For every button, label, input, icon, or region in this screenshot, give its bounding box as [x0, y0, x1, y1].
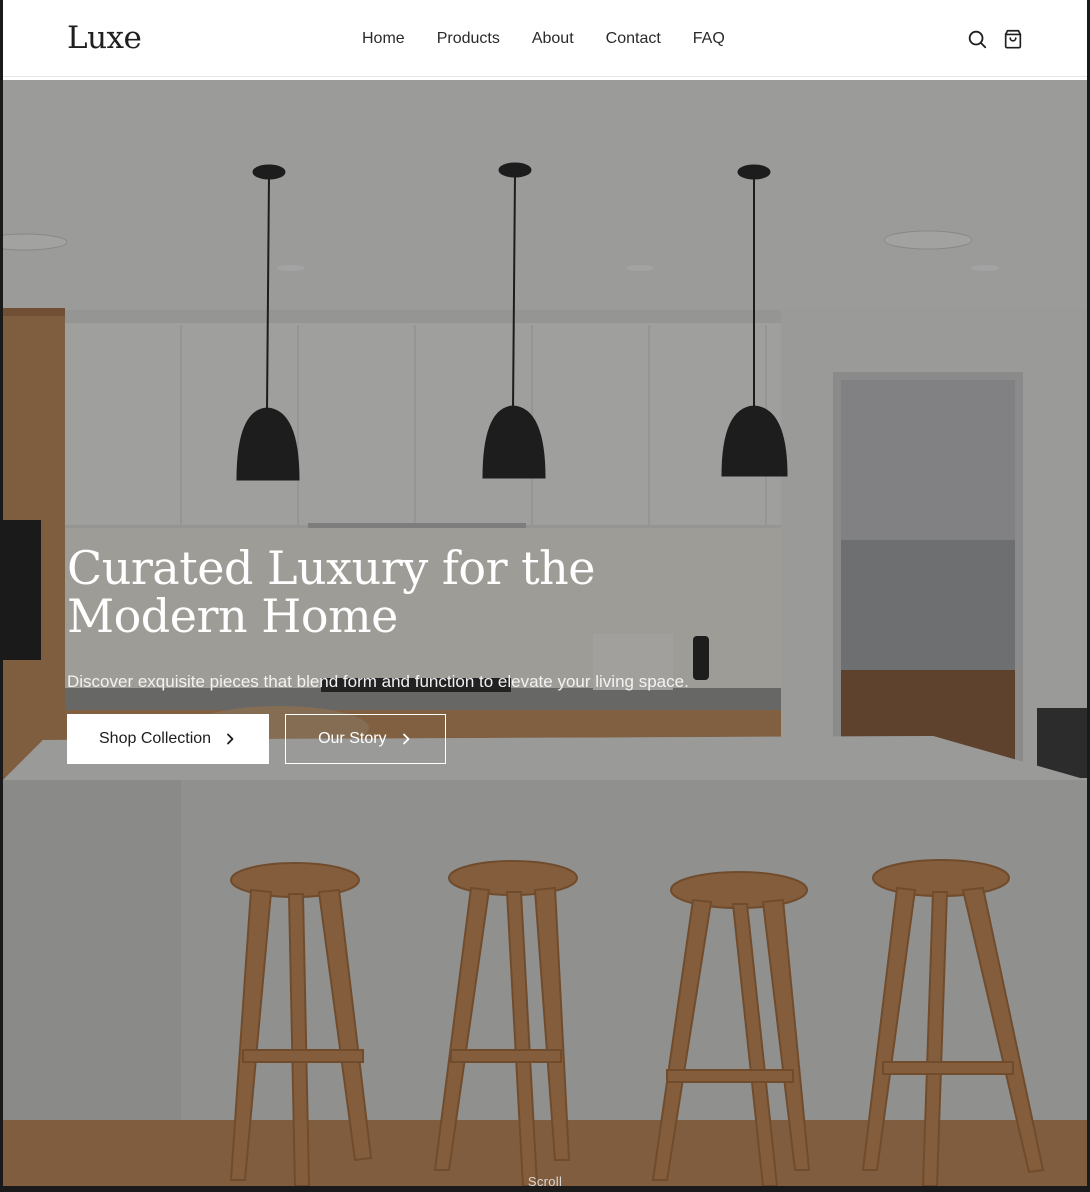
nav-item-home[interactable]: Home: [362, 28, 405, 50]
shop-collection-label: Shop Collection: [99, 730, 212, 747]
header-actions: [966, 28, 1024, 50]
nav-item-products[interactable]: Products: [437, 28, 500, 50]
main-nav: Home Products About Contact FAQ: [362, 28, 725, 50]
scroll-indicator[interactable]: Scroll: [3, 1174, 1087, 1186]
hero-actions: Shop Collection Our Story: [67, 714, 767, 764]
nav-item-faq[interactable]: FAQ: [693, 28, 725, 50]
chevron-right-icon: [402, 733, 409, 745]
search-icon[interactable]: [966, 28, 988, 50]
hero-section: Curated Luxury for the Modern Home Disco…: [3, 80, 1087, 1186]
nav-item-contact[interactable]: Contact: [606, 28, 661, 50]
hero-content: Curated Luxury for the Modern Home Disco…: [67, 544, 767, 764]
shop-collection-button[interactable]: Shop Collection: [67, 714, 270, 764]
page-frame: Luxe Home Products About Contact FAQ Cur…: [3, 0, 1087, 1186]
chevron-right-icon: [227, 733, 234, 745]
hero-title: Curated Luxury for the Modern Home: [67, 541, 596, 643]
our-story-button[interactable]: Our Story: [285, 714, 446, 764]
hero-subtitle: Discover exquisite pieces that blend for…: [67, 672, 689, 691]
site-header: Luxe Home Products About Contact FAQ: [3, 0, 1087, 77]
shopping-bag-icon[interactable]: [1002, 28, 1024, 50]
nav-item-about[interactable]: About: [532, 28, 574, 50]
brand-logo[interactable]: Luxe: [67, 18, 142, 58]
our-story-label: Our Story: [318, 730, 387, 747]
